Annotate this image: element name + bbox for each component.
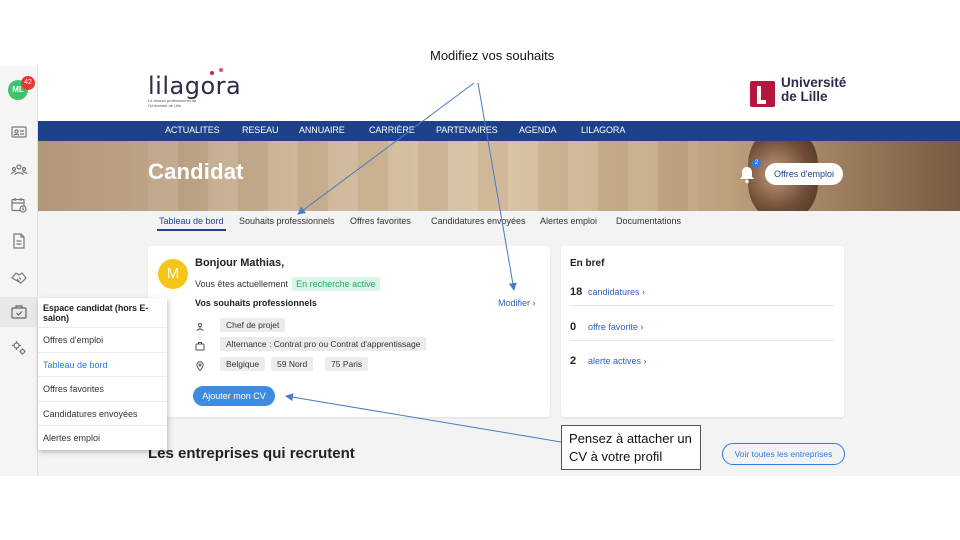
- logo-dot: [219, 68, 223, 72]
- page-title: Candidat: [148, 159, 244, 184]
- university-logo-mark: [750, 81, 775, 107]
- briefcase-check-icon[interactable]: [0, 297, 38, 327]
- location-pin-icon: [195, 358, 205, 372]
- status-prefix: Vous êtes actuellement: [195, 279, 289, 289]
- all-companies-button[interactable]: Voir toutes les entreprises: [722, 443, 845, 465]
- wishes-title: Vos souhaits professionnels: [195, 298, 317, 308]
- stat-applications[interactable]: 18 candidatures ›: [570, 286, 834, 306]
- left-rail: ML 42: [0, 66, 38, 476]
- document-icon[interactable]: [10, 232, 28, 250]
- menu-item-sent-applications[interactable]: Candidatures envoyées: [38, 400, 167, 426]
- stat-count: 0: [570, 321, 577, 333]
- tab-job-alerts[interactable]: Alertes emploi: [540, 216, 597, 229]
- profile-avatar: M: [158, 259, 188, 289]
- site-header: lilagora Le réseau professionnel de l'Un…: [38, 66, 960, 121]
- nav-item-agenda[interactable]: AGENDA: [519, 125, 557, 135]
- university-name[interactable]: Université de Lille: [781, 76, 846, 104]
- nav-item-partenaires[interactable]: PARTENAIRES: [436, 125, 498, 135]
- menu-item-job-offers[interactable]: Offres d'emploi: [38, 327, 167, 352]
- tab-professional-wishes[interactable]: Souhaits professionnels: [239, 216, 335, 229]
- logo-dot: [210, 71, 214, 75]
- nav-item-carriere[interactable]: CARRIÈRE: [369, 125, 415, 135]
- stat-alerts[interactable]: 2 alerte actives ›: [570, 355, 834, 375]
- callout-attach-cv: Pensez à attacher un CV à votre profil: [561, 425, 701, 470]
- lilagora-logo[interactable]: lilagora: [148, 72, 241, 100]
- menu-item-favorite-offers[interactable]: Offres favorites: [38, 376, 167, 401]
- id-card-icon[interactable]: [10, 123, 28, 141]
- stat-favorite-offers[interactable]: 0 offre favorite ›: [570, 321, 834, 341]
- person-icon: [195, 319, 205, 332]
- candidate-space-menu: Espace candidat (hors E-salon) Offres d'…: [38, 298, 167, 450]
- menu-item-dashboard[interactable]: Tableau de bord: [38, 351, 167, 377]
- briefcase-icon: [195, 338, 205, 351]
- location-tag: 59 Nord: [271, 357, 314, 371]
- tab-dashboard[interactable]: Tableau de bord: [157, 216, 226, 231]
- location-tag: 75 Paris: [325, 357, 369, 371]
- nav-item-reseau[interactable]: RESEAU: [242, 125, 279, 135]
- stat-count: 18: [570, 286, 583, 298]
- menu-header: Espace candidat (hors E-salon): [43, 303, 149, 323]
- main-navigation: ACTUALITES RESEAU ANNUAIRE CARRIÈRE PART…: [38, 121, 960, 141]
- menu-item-job-alerts[interactable]: Alertes emploi: [38, 425, 167, 450]
- candidate-tabs: Tableau de bord Souhaits professionnels …: [38, 211, 960, 236]
- companies-heading: Les entreprises qui recrutent: [148, 445, 355, 462]
- nav-item-lilagora[interactable]: LILAGORA: [581, 125, 625, 135]
- app-window: ML 42 Espace candidat (hors E-salon) Off…: [0, 66, 960, 476]
- summary-title: En bref: [570, 258, 605, 269]
- add-cv-button[interactable]: Ajouter mon CV: [193, 386, 275, 406]
- stat-link[interactable]: offre favorite ›: [588, 322, 643, 332]
- university-name-line1: Université: [781, 75, 847, 90]
- tab-sent-applications[interactable]: Candidatures envoyées: [431, 216, 526, 229]
- job-tag: Chef de projet: [220, 318, 286, 332]
- network-icon[interactable]: [10, 161, 28, 179]
- hero-banner: Candidat 2 Offres d'emploi: [38, 141, 960, 211]
- tab-favorite-offers[interactable]: Offres favorites: [350, 216, 411, 229]
- nav-item-actualites[interactable]: ACTUALITES: [165, 125, 220, 135]
- logo-tagline: Le réseau professionnel de l'Université …: [148, 98, 197, 108]
- modify-wishes-link[interactable]: Modifier ›: [498, 298, 536, 308]
- job-offers-button[interactable]: Offres d'emploi: [765, 163, 843, 185]
- profile-card: M Bonjour Mathias, Vous êtes actuellemen…: [148, 246, 550, 417]
- stat-link[interactable]: alerte actives ›: [588, 356, 647, 366]
- nav-item-annuaire[interactable]: ANNUAIRE: [299, 125, 345, 135]
- notification-badge: 42: [21, 76, 35, 90]
- tab-documentation[interactable]: Documentations: [616, 216, 681, 229]
- handshake-icon[interactable]: [10, 268, 28, 286]
- status-badge: En recherche active: [292, 277, 380, 291]
- search-status: Vous êtes actuellement En recherche activ…: [195, 277, 380, 291]
- greeting: Bonjour Mathias,: [195, 257, 285, 269]
- location-tag: Belgique: [220, 357, 266, 371]
- stat-link[interactable]: candidatures ›: [588, 287, 645, 297]
- stat-count: 2: [570, 355, 577, 367]
- calendar-icon[interactable]: [10, 196, 28, 214]
- contract-tag: Alternance : Contrat pro ou Contrat d'ap…: [220, 337, 427, 351]
- summary-card: En bref 18 candidatures › 0 offre favori…: [561, 246, 844, 417]
- bell-badge: 2: [752, 159, 761, 168]
- university-name-line2: de Lille: [781, 89, 828, 104]
- settings-gears-icon[interactable]: [10, 339, 28, 357]
